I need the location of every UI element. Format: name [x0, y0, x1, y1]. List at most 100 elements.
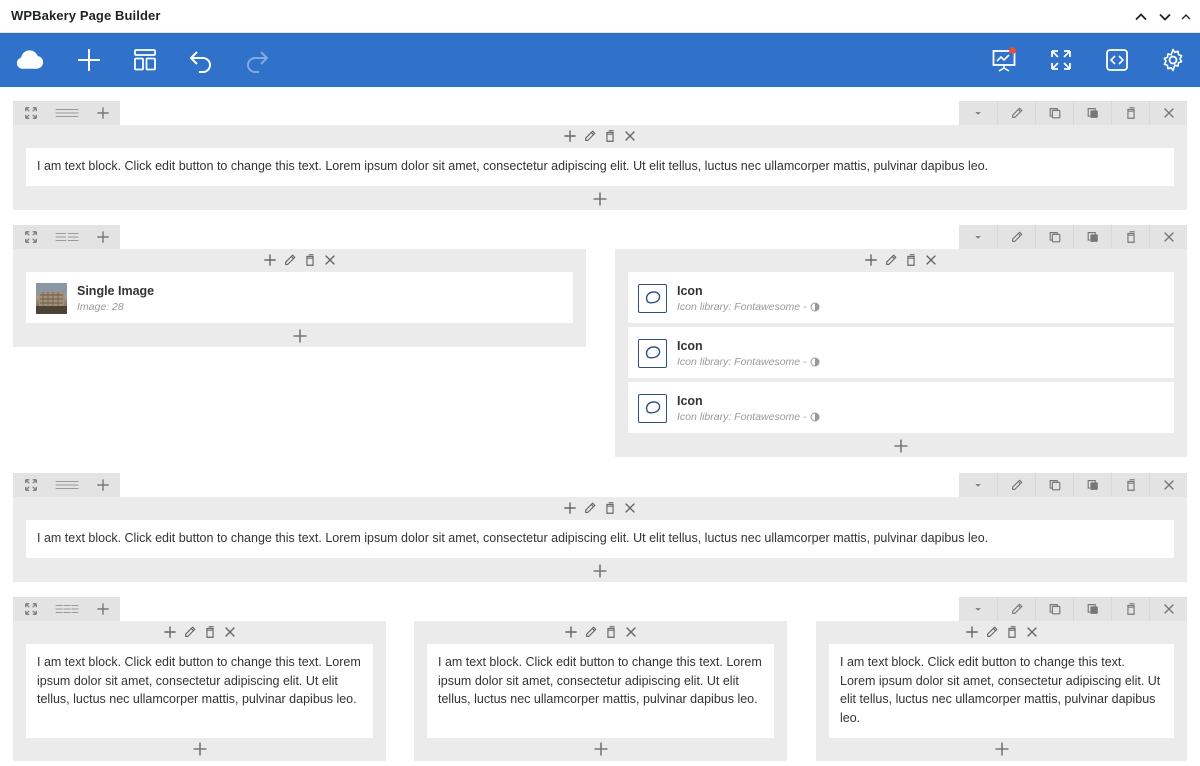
- text-block[interactable]: I am text block. Click edit button to ch…: [26, 520, 1174, 558]
- row-add-column-icon[interactable]: [85, 473, 120, 497]
- chevron-up-icon-collapse[interactable]: [1179, 8, 1193, 26]
- row-layout-1-icon[interactable]: [48, 473, 85, 497]
- clone-icon[interactable]: [1111, 225, 1149, 249]
- column-edit-pencil-icon[interactable]: [281, 251, 299, 269]
- edit-pencil-icon[interactable]: [997, 473, 1035, 497]
- paste-icon[interactable]: [1073, 225, 1111, 249]
- column-edit-pencil-icon[interactable]: [882, 251, 900, 269]
- add-element-plus-icon[interactable]: [591, 562, 609, 580]
- column-clone-icon[interactable]: [301, 251, 319, 269]
- column-add-plus-icon[interactable]: [862, 251, 880, 269]
- copy-icon[interactable]: [1035, 101, 1073, 125]
- column-clone-icon[interactable]: [201, 623, 219, 641]
- delete-close-icon[interactable]: [1149, 225, 1187, 249]
- edit-pencil-icon[interactable]: [997, 225, 1035, 249]
- edit-pencil-icon[interactable]: [997, 101, 1035, 125]
- column-delete-close-icon[interactable]: [621, 127, 639, 145]
- column-edit-pencil-icon[interactable]: [983, 623, 1001, 641]
- gear-icon[interactable]: [1155, 42, 1191, 78]
- paste-icon[interactable]: [1073, 101, 1111, 125]
- icon-element[interactable]: Icon Icon library: Fontawesome -: [628, 382, 1174, 433]
- column-add-plus-icon[interactable]: [561, 499, 579, 517]
- row-3-controls: [13, 473, 120, 497]
- column-delete-close-icon[interactable]: [622, 623, 640, 641]
- row-move-expand-icon[interactable]: [13, 473, 48, 497]
- clone-icon[interactable]: [1111, 473, 1149, 497]
- add-element-plus-icon[interactable]: [892, 437, 910, 455]
- row-move-expand-icon[interactable]: [13, 597, 48, 621]
- paste-icon[interactable]: [1073, 597, 1111, 621]
- column-clone-icon[interactable]: [601, 499, 619, 517]
- row-4-column-2: I am text block. Click edit button to ch…: [414, 621, 787, 761]
- column-edit-pencil-icon[interactable]: [582, 623, 600, 641]
- caret-down-icon[interactable]: [959, 101, 997, 125]
- delete-close-icon[interactable]: [1149, 597, 1187, 621]
- column-delete-close-icon[interactable]: [621, 499, 639, 517]
- column-add-plus-icon[interactable]: [161, 623, 179, 641]
- clone-icon[interactable]: [1111, 101, 1149, 125]
- column-delete-close-icon[interactable]: [321, 251, 339, 269]
- caret-down-icon[interactable]: [959, 473, 997, 497]
- column-delete-close-icon[interactable]: [221, 623, 239, 641]
- add-element-plus-icon[interactable]: [592, 740, 610, 758]
- add-element-plus-icon[interactable]: [591, 190, 609, 208]
- chevron-up-icon[interactable]: [1132, 8, 1150, 26]
- row-layout-3-icon[interactable]: [48, 597, 85, 621]
- add-element-button[interactable]: [71, 42, 107, 78]
- column-controls: [13, 499, 1187, 517]
- column-clone-icon[interactable]: [601, 127, 619, 145]
- column-clone-icon[interactable]: [902, 251, 920, 269]
- copy-icon[interactable]: [1035, 473, 1073, 497]
- caret-down-icon[interactable]: [959, 225, 997, 249]
- delete-close-icon[interactable]: [1149, 101, 1187, 125]
- row-layout-1-icon[interactable]: [48, 101, 85, 125]
- row-add-column-icon[interactable]: [85, 101, 120, 125]
- element-subtitle: Icon library: Fontawesome -: [677, 410, 807, 423]
- row-move-expand-icon[interactable]: [13, 101, 48, 125]
- custom-code-icon[interactable]: [1099, 42, 1135, 78]
- column-add-plus-icon[interactable]: [261, 251, 279, 269]
- add-element-plus-icon[interactable]: [191, 740, 209, 758]
- redo-icon[interactable]: [239, 42, 275, 78]
- wpbakery-cloud-icon[interactable]: [12, 42, 48, 78]
- paste-icon[interactable]: [1073, 473, 1111, 497]
- copy-icon[interactable]: [1035, 597, 1073, 621]
- half-circle-icon: [810, 357, 820, 367]
- fullscreen-expand-icon[interactable]: [1043, 42, 1079, 78]
- caret-down-icon[interactable]: [959, 597, 997, 621]
- column-clone-icon[interactable]: [602, 623, 620, 641]
- copy-icon[interactable]: [1035, 225, 1073, 249]
- templates-layout-icon[interactable]: [127, 42, 163, 78]
- column-controls: [13, 251, 586, 269]
- clone-icon[interactable]: [1111, 597, 1149, 621]
- single-image-element[interactable]: Single Image Image: 28: [26, 272, 573, 323]
- chevron-down-icon[interactable]: [1156, 8, 1174, 26]
- delete-close-icon[interactable]: [1149, 473, 1187, 497]
- column-delete-close-icon[interactable]: [922, 251, 940, 269]
- add-element-plus-icon[interactable]: [291, 327, 309, 345]
- text-block[interactable]: I am text block. Click edit button to ch…: [427, 644, 774, 738]
- column-add-plus-icon[interactable]: [963, 623, 981, 641]
- text-block[interactable]: I am text block. Click edit button to ch…: [26, 644, 373, 738]
- icon-element[interactable]: Icon Icon library: Fontawesome -: [628, 272, 1174, 323]
- column-delete-close-icon[interactable]: [1023, 623, 1041, 641]
- undo-icon[interactable]: [183, 42, 219, 78]
- row-add-column-icon[interactable]: [85, 597, 120, 621]
- column-add-plus-icon[interactable]: [562, 623, 580, 641]
- fontawesome-icon: [638, 338, 667, 368]
- add-element-plus-icon[interactable]: [993, 740, 1011, 758]
- row-layout-2-icon[interactable]: [48, 225, 85, 249]
- row-add-column-icon[interactable]: [85, 225, 120, 249]
- text-block[interactable]: I am text block. Click edit button to ch…: [26, 148, 1174, 186]
- row-4-controls: [13, 597, 120, 621]
- column-edit-pencil-icon[interactable]: [181, 623, 199, 641]
- row-move-expand-icon[interactable]: [13, 225, 48, 249]
- edit-pencil-icon[interactable]: [997, 597, 1035, 621]
- column-add-plus-icon[interactable]: [561, 127, 579, 145]
- column-edit-pencil-icon[interactable]: [581, 127, 599, 145]
- column-edit-pencil-icon[interactable]: [581, 499, 599, 517]
- column-clone-icon[interactable]: [1003, 623, 1021, 641]
- presentation-chart-icon[interactable]: [986, 42, 1022, 78]
- text-block[interactable]: I am text block. Click edit button to ch…: [829, 644, 1174, 738]
- icon-element[interactable]: Icon Icon library: Fontawesome -: [628, 327, 1174, 378]
